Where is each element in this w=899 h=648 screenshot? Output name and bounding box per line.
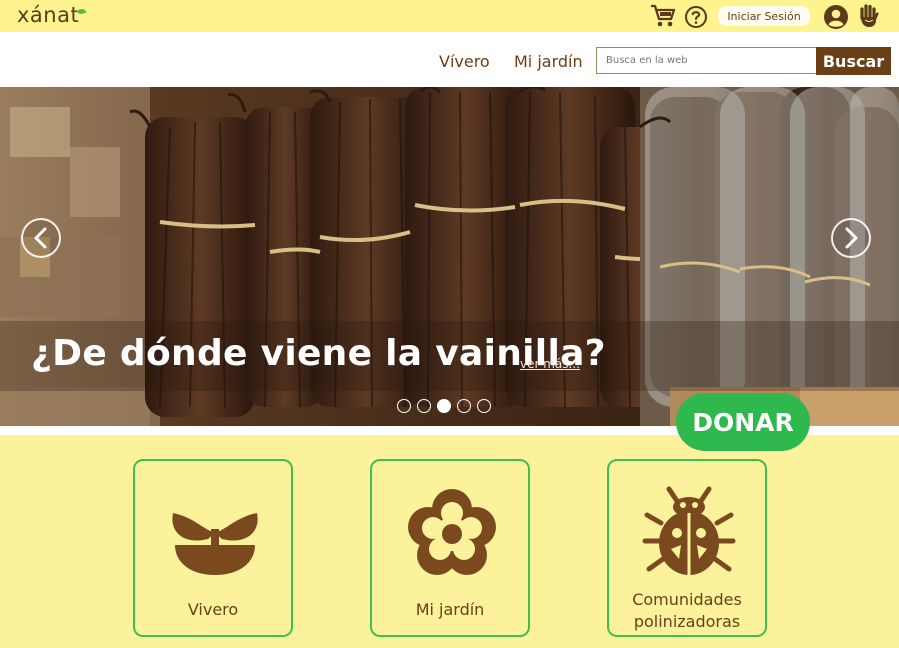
login-button[interactable]: Iniciar Sesión (718, 6, 810, 26)
logo-text: xánat (17, 3, 80, 27)
search-button[interactable]: Buscar (816, 47, 891, 75)
card-vivero[interactable]: Vivero (133, 459, 293, 637)
user-icon[interactable] (823, 4, 849, 34)
ladybug-icon (642, 486, 736, 575)
sprout-icon (172, 513, 258, 575)
help-icon[interactable] (684, 5, 708, 33)
carousel-dot[interactable] (457, 399, 471, 413)
card-label: Vivero (187, 600, 239, 619)
carousel-dot-active[interactable] (437, 399, 451, 413)
hero-carousel: ¿De dónde viene la vainilla? ver más... (0, 87, 899, 426)
flower-icon (408, 489, 496, 575)
card-comunidades-polinizadoras[interactable]: Comunidades polinizadoras (607, 459, 767, 637)
carousel-dot[interactable] (417, 399, 431, 413)
ver-mas-link[interactable]: ver más... (520, 357, 580, 371)
card-mi-jardin[interactable]: Mi jardín (370, 459, 530, 637)
nav-link-vivero[interactable]: Vívero (439, 52, 490, 71)
top-bar: xánat Iniciar Sesión (0, 0, 899, 32)
card-label: Comunidades polinizadoras (632, 590, 742, 631)
cart-icon[interactable] (650, 4, 676, 32)
carousel-next-button[interactable] (831, 218, 871, 258)
carousel-indicators (397, 399, 491, 413)
hand-icon[interactable] (857, 3, 881, 33)
carousel-dot[interactable] (477, 399, 491, 413)
chevron-right-icon (845, 227, 858, 249)
carousel-prev-button[interactable] (21, 218, 61, 258)
search-input[interactable] (596, 47, 819, 74)
card-label: Mi jardín (415, 600, 485, 619)
nav-bar: Vívero Mi jardín Buscar (0, 32, 899, 87)
chevron-left-icon (34, 227, 47, 249)
logo[interactable]: xánat (17, 3, 88, 27)
donate-button[interactable]: DONAR (676, 393, 810, 451)
carousel-dot[interactable] (397, 399, 411, 413)
nav-link-mi-jardin[interactable]: Mi jardín (514, 52, 583, 71)
